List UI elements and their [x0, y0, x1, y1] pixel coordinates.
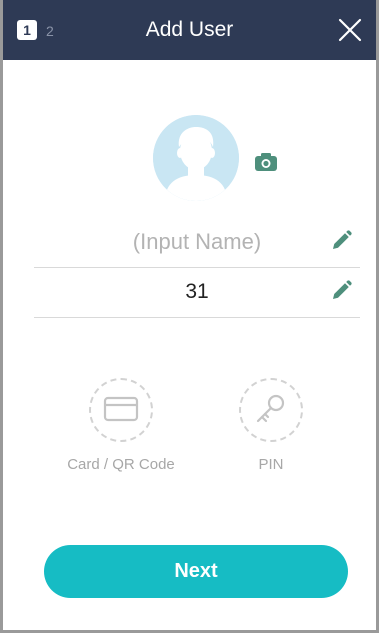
pencil-icon: [333, 230, 352, 249]
user-id-field[interactable]: 31: [34, 266, 360, 318]
name-field[interactable]: (Input Name): [34, 216, 360, 268]
close-button[interactable]: [336, 16, 364, 44]
key-icon: [256, 394, 285, 423]
name-placeholder: (Input Name): [132, 229, 262, 254]
card-icon: [103, 396, 139, 422]
camera-button[interactable]: [253, 150, 279, 174]
add-user-dialog: 1 2 Add User (Input Name) 31 Card / QR C…: [0, 0, 379, 633]
pin-label: PIN: [258, 456, 284, 473]
user-avatar-icon: [153, 115, 239, 201]
card-qr-label: Card / QR Code: [67, 456, 175, 473]
header-bar: 1 2 Add User: [3, 0, 376, 60]
pencil-icon: [333, 280, 352, 299]
camera-icon: [255, 153, 277, 171]
edit-name-button[interactable]: [330, 230, 352, 252]
next-button[interactable]: Next: [44, 545, 348, 598]
dialog-title: Add User: [145, 18, 234, 41]
pin-button[interactable]: [239, 378, 303, 442]
user-id-value: 31: [185, 280, 209, 303]
edit-id-button[interactable]: [330, 280, 352, 302]
avatar[interactable]: [153, 115, 239, 201]
card-qr-button[interactable]: [89, 378, 153, 442]
close-icon: [338, 18, 362, 42]
